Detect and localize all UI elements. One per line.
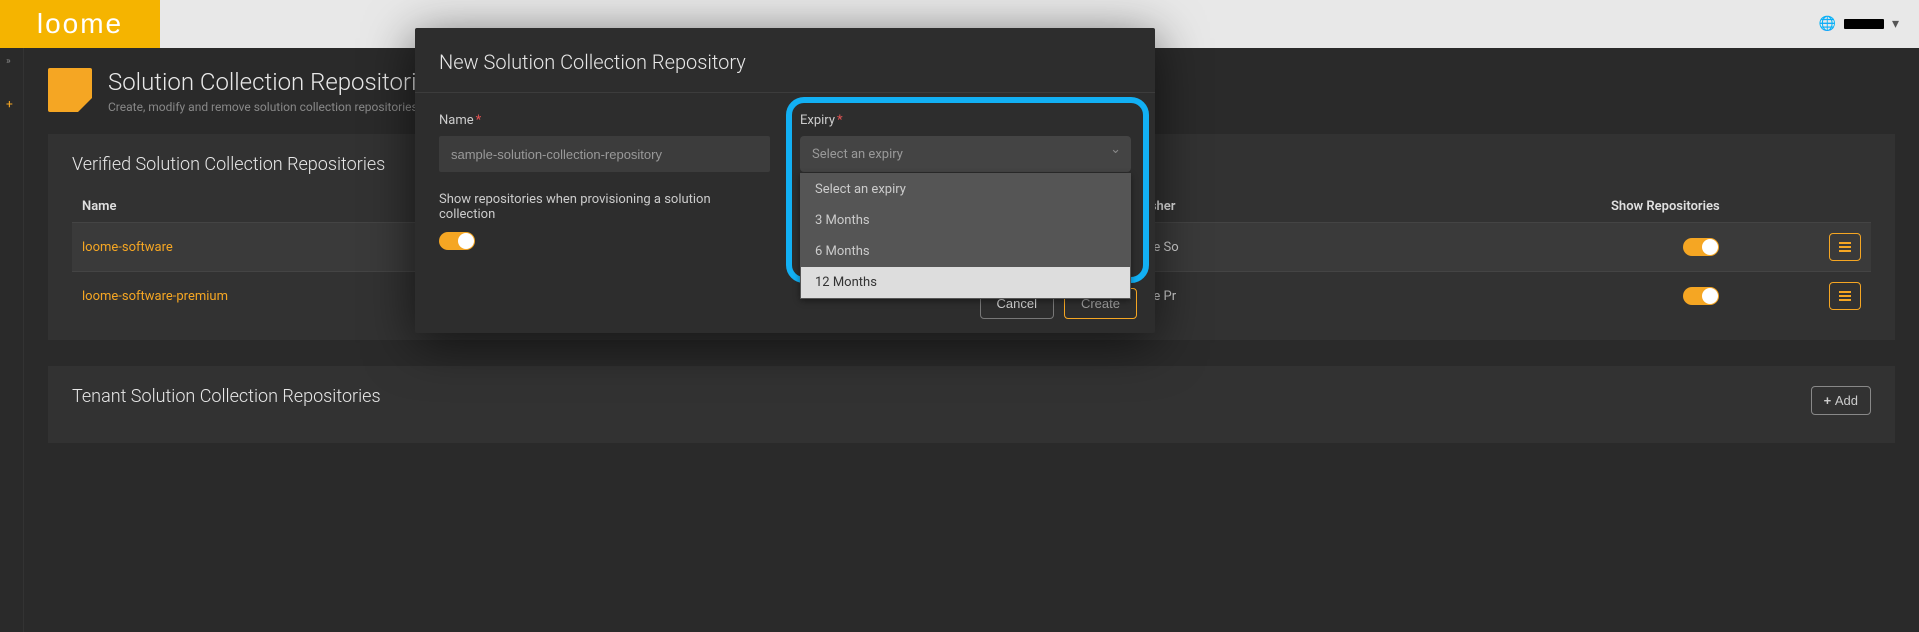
expiry-option-placeholder[interactable]: Select an expiry bbox=[801, 174, 1130, 205]
list-icon bbox=[1839, 291, 1851, 301]
modal-body: Name* Show repositories when provisionin… bbox=[415, 93, 1155, 274]
expiry-select-value: Select an expiry bbox=[812, 147, 903, 162]
col-publisher: Publisher bbox=[1110, 191, 1601, 223]
name-field-col: Name* Show repositories when provisionin… bbox=[439, 113, 770, 250]
name-input[interactable] bbox=[439, 136, 770, 172]
logo-text: loome bbox=[37, 8, 123, 40]
page-title-block: Solution Collection Repositories Create,… bbox=[108, 68, 441, 114]
expiry-dropdown: Select an expiry 3 Months 6 Months 12 Mo… bbox=[800, 173, 1131, 299]
col-actions bbox=[1801, 191, 1871, 223]
col-show: Show Repositories bbox=[1601, 191, 1801, 223]
row-menu-button[interactable] bbox=[1829, 233, 1861, 261]
show-toggle[interactable] bbox=[1683, 287, 1719, 305]
add-button[interactable]: Add bbox=[1811, 386, 1871, 415]
expiry-option-6m[interactable]: 6 Months bbox=[801, 236, 1130, 267]
required-asterisk: * bbox=[837, 113, 843, 128]
add-sidebar-icon[interactable]: + bbox=[0, 89, 23, 119]
expiry-option-3m[interactable]: 3 Months bbox=[801, 205, 1130, 236]
show-repos-label: Show repositories when provisioning a so… bbox=[439, 192, 770, 222]
tenant-panel-title: Tenant Solution Collection Repositories bbox=[72, 386, 1871, 407]
new-repo-modal: New Solution Collection Repository Name*… bbox=[415, 28, 1155, 333]
repo-link[interactable]: loome-software-premium bbox=[82, 289, 228, 304]
expiry-option-12m[interactable]: 12 Months bbox=[801, 267, 1130, 298]
list-icon bbox=[1839, 242, 1851, 252]
globe-icon[interactable]: 🌐 bbox=[1819, 16, 1836, 32]
user-chip[interactable] bbox=[1844, 19, 1884, 29]
show-repos-row: Show repositories when provisioning a so… bbox=[439, 192, 770, 250]
repo-publisher: Loome Pr bbox=[1110, 272, 1601, 321]
page-title: Solution Collection Repositories bbox=[108, 68, 441, 96]
expiry-label: Expiry* bbox=[800, 113, 1131, 128]
user-caret-icon[interactable]: ▾ bbox=[1892, 16, 1899, 32]
repo-link[interactable]: loome-software bbox=[82, 240, 173, 255]
modal-header: New Solution Collection Repository bbox=[415, 28, 1155, 93]
left-rail: » + bbox=[0, 48, 24, 632]
modal-title: New Solution Collection Repository bbox=[439, 50, 1131, 74]
expiry-label-text: Expiry bbox=[800, 113, 835, 128]
required-asterisk: * bbox=[476, 113, 482, 128]
header-right: 🌐 ▾ bbox=[1819, 0, 1919, 48]
expiry-field-col: Expiry* Select an expiry Select an expir… bbox=[800, 113, 1131, 250]
tenant-panel: Add Tenant Solution Collection Repositor… bbox=[48, 366, 1895, 443]
page-icon bbox=[48, 68, 92, 112]
show-toggle[interactable] bbox=[1683, 238, 1719, 256]
name-label-text: Name bbox=[439, 113, 474, 128]
page-subtitle: Create, modify and remove solution colle… bbox=[108, 100, 441, 114]
row-menu-button[interactable] bbox=[1829, 282, 1861, 310]
repo-publisher: Loome So bbox=[1110, 223, 1601, 272]
expand-sidebar-icon[interactable]: » bbox=[0, 48, 23, 75]
expiry-select[interactable]: Select an expiry bbox=[800, 136, 1131, 172]
logo[interactable]: loome bbox=[0, 0, 160, 48]
name-label: Name* bbox=[439, 113, 770, 128]
show-repos-toggle[interactable] bbox=[439, 232, 475, 250]
